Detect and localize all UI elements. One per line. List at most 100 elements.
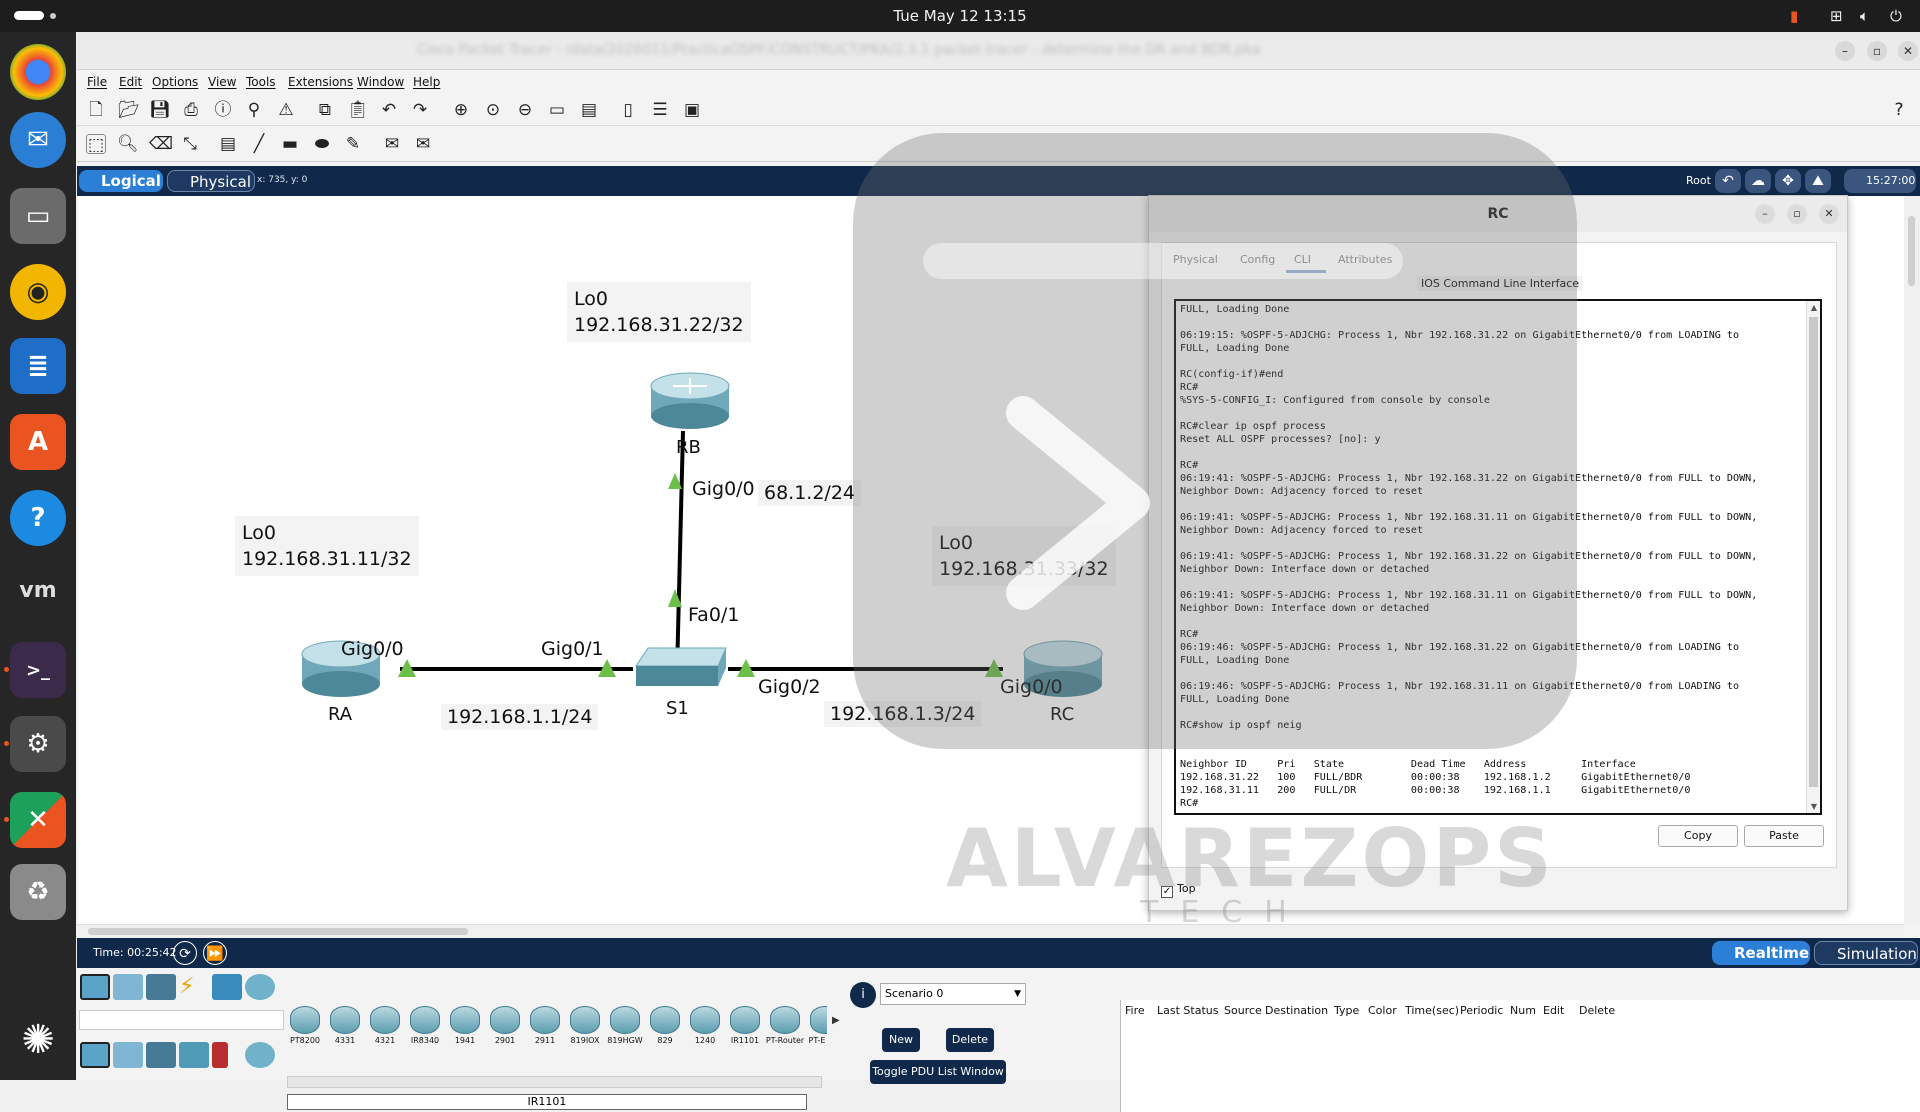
simple-pdu-icon[interactable]: ✉ <box>382 134 402 154</box>
info-icon[interactable]: ⓘ <box>213 100 233 120</box>
device-ir1101[interactable]: IR1101 <box>727 1006 763 1052</box>
app-indicator-icon[interactable]: ▮ <box>1790 7 1798 25</box>
device-ir8340[interactable]: IR8340 <box>407 1006 443 1052</box>
print-icon[interactable]: ⎙ <box>181 100 201 120</box>
col-destination[interactable]: Destination <box>1265 1004 1328 1017</box>
thunderbird-icon[interactable]: ✉ <box>10 112 66 168</box>
checkbox-checked-icon[interactable]: ✓ <box>1161 886 1173 898</box>
files-icon[interactable]: ▭ <box>10 188 66 244</box>
close-button[interactable]: ✕ <box>1898 41 1918 61</box>
cli-terminal[interactable]: FULL, Loading Done 06:19:15: %OSPF-5-ADJ… <box>1174 299 1822 815</box>
col-time[interactable]: Time(sec) <box>1405 1004 1459 1017</box>
col-fire[interactable]: Fire <box>1125 1004 1145 1017</box>
menu-view[interactable]: View <box>208 75 236 89</box>
freeform-tool-icon[interactable]: ✎ <box>343 134 363 154</box>
system-clock[interactable]: Tue May 12 13:15 <box>0 7 1920 25</box>
vertical-scroll-thumb[interactable] <box>1908 216 1915 286</box>
device-819iox[interactable]: 819IOX <box>567 1006 603 1052</box>
scenario-info-icon[interactable]: i <box>850 982 876 1008</box>
chrome-icon[interactable] <box>10 44 66 100</box>
rc-minimize-button[interactable]: – <box>1755 204 1775 224</box>
complex-pdu-icon[interactable]: ✉ <box>413 134 433 154</box>
save-icon[interactable]: 💾︎ <box>149 100 171 120</box>
horizontal-scroll-thumb[interactable] <box>88 928 468 935</box>
menu-help[interactable]: Help <box>413 75 440 89</box>
delete-scenario-button[interactable]: Delete <box>946 1028 994 1052</box>
device-list-scrollbar[interactable] <box>287 1076 822 1088</box>
col-source[interactable]: Source <box>1224 1004 1262 1017</box>
col-edit[interactable]: Edit <box>1543 1004 1564 1017</box>
col-last-status[interactable]: Last Status <box>1157 1004 1218 1017</box>
multiuser-category-icon[interactable] <box>245 974 275 1000</box>
realtime-mode-button[interactable]: Realtime <box>1712 941 1810 965</box>
undo-icon[interactable]: ↶ <box>379 100 399 120</box>
canvas-horizontal-scrollbar[interactable] <box>78 924 1904 938</box>
show-apps-icon[interactable]: ✺ <box>10 1012 66 1068</box>
switches-subcategory-icon[interactable] <box>113 1042 143 1068</box>
tab-physical[interactable]: Physical <box>1173 253 1218 266</box>
rc-close-button[interactable]: ✕ <box>1819 204 1839 224</box>
switch-s1-icon[interactable] <box>635 647 727 686</box>
menu-options[interactable]: Options <box>152 75 198 89</box>
device-2911[interactable]: 2911 <box>527 1006 563 1052</box>
col-delete[interactable]: Delete <box>1579 1004 1615 1017</box>
custom-device-icon[interactable]: ▤ <box>579 100 599 120</box>
menu-window[interactable]: Window <box>357 75 404 89</box>
copy-icon[interactable]: ⧉ <box>315 100 335 120</box>
writer-icon[interactable]: ≣ <box>10 338 66 394</box>
copy-button[interactable]: Copy <box>1658 825 1738 847</box>
volume-icon[interactable]: 🔈︎ <box>1860 7 1869 25</box>
scroll-up-icon[interactable]: ▲ <box>1811 303 1817 312</box>
scroll-down-icon[interactable]: ▼ <box>1811 802 1817 811</box>
network-wizard-icon[interactable]: ⚲ <box>244 100 264 120</box>
network-icon[interactable]: ⊞ <box>1830 7 1843 25</box>
col-periodic[interactable]: Periodic <box>1460 1004 1503 1017</box>
menu-extensions[interactable]: Extensions <box>288 75 353 89</box>
open-file-icon[interactable]: 📂︎ <box>118 100 140 120</box>
logical-view-tab[interactable]: Logical <box>79 170 163 192</box>
device-pt-empty[interactable]: PT-E <box>807 1006 827 1052</box>
terminal-scroll-thumb[interactable] <box>1809 317 1818 787</box>
note-tool-icon[interactable]: ▤ <box>218 134 238 154</box>
paste-icon[interactable]: 📋︎ <box>347 100 369 120</box>
resize-tool-icon[interactable]: ⤡ <box>180 134 200 154</box>
top-checkbox[interactable]: ✓ Top <box>1161 882 1196 898</box>
activity-wizard-icon[interactable]: ⚠ <box>276 100 296 120</box>
line-tool-icon[interactable]: ╱ <box>249 134 269 154</box>
zoom-reset-icon[interactable]: ⊙ <box>483 100 503 120</box>
tab-config[interactable]: Config <box>1240 253 1275 266</box>
device-1240[interactable]: 1240 <box>687 1006 723 1052</box>
col-num[interactable]: Num <box>1510 1004 1536 1017</box>
terminal-scrollbar[interactable]: ▲ ▼ <box>1806 301 1820 813</box>
toggle-pdu-list-button[interactable]: Toggle PDU List Window <box>870 1060 1006 1084</box>
scenario-select[interactable]: Scenario 0 ▼ <box>880 983 1026 1005</box>
device-pt8200[interactable]: PT8200 <box>287 1006 323 1052</box>
device-dialog-icon[interactable]: ☰ <box>650 100 670 120</box>
col-color[interactable]: Color <box>1368 1004 1397 1017</box>
router-rb-icon[interactable] <box>650 372 730 429</box>
menu-file[interactable]: File <box>87 75 107 89</box>
device-pt-router[interactable]: PT-Router <box>766 1006 804 1052</box>
vmware-icon[interactable]: vm <box>10 562 66 618</box>
help-question-icon[interactable]: ? <box>1889 100 1909 120</box>
new-scenario-button[interactable]: New <box>882 1028 920 1052</box>
menu-tools[interactable]: Tools <box>246 75 276 89</box>
select-tool-icon[interactable]: ⬚ <box>86 134 106 155</box>
move-icon[interactable]: ✥ <box>1775 169 1801 193</box>
maximize-button[interactable]: ▫ <box>1867 41 1887 61</box>
device-4331[interactable]: 4331 <box>327 1006 363 1052</box>
power-icon[interactable]: ⏻ <box>1890 7 1902 25</box>
packet-tracer-icon[interactable]: ✕ <box>10 792 66 848</box>
new-file-icon[interactable]: 🗋 <box>86 100 106 120</box>
paste-button[interactable]: Paste <box>1744 825 1824 847</box>
hubs-subcategory-icon[interactable] <box>146 1042 176 1068</box>
routers-subcategory-icon[interactable] <box>80 1042 110 1068</box>
components-category-icon[interactable] <box>146 974 176 1000</box>
rhythmbox-icon[interactable]: ◉ <box>10 264 66 320</box>
canvas-vertical-scrollbar[interactable] <box>1904 196 1920 924</box>
delete-tool-icon[interactable]: ⌫ <box>149 134 173 154</box>
rectangle-tool-icon[interactable]: ▬ <box>280 134 300 154</box>
device-819hgw[interactable]: 819HGW <box>607 1006 643 1052</box>
tab-cli[interactable]: CLI <box>1294 253 1311 266</box>
fast-forward-icon[interactable]: ⏩ <box>203 941 227 965</box>
